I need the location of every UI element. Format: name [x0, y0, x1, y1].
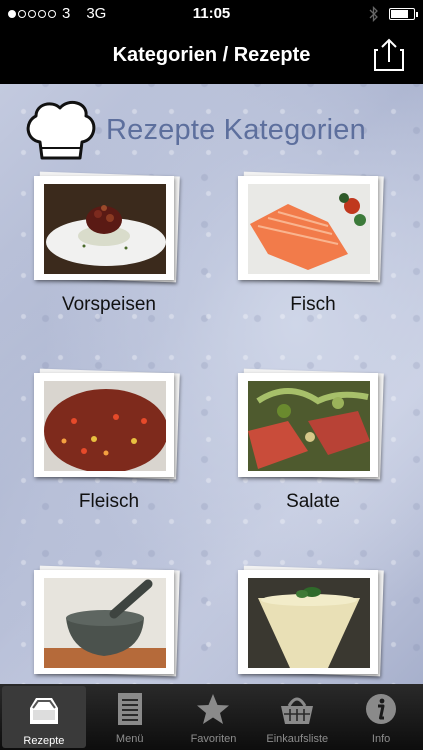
category-label: Vorspeisen — [61, 294, 156, 315]
inbox-tray-icon — [29, 698, 58, 724]
fisch-photo — [248, 184, 370, 274]
page-title: Kategorien / Rezepte — [112, 44, 311, 66]
tab-label: Einkaufsliste — [266, 733, 329, 745]
status-time: 11:05 — [192, 5, 231, 22]
mortar-photo — [44, 578, 166, 668]
star-icon — [197, 694, 230, 724]
chef-hat-icon — [26, 100, 96, 160]
tab-label: Rezepte — [23, 735, 65, 747]
category-tile-fisch[interactable]: Fisch — [238, 171, 388, 315]
basket-icon — [281, 697, 314, 724]
info-icon — [366, 694, 397, 724]
tab-menue[interactable]: Menü — [88, 684, 172, 750]
tab-info[interactable]: Info — [339, 684, 423, 750]
category-label: Fisch — [290, 294, 336, 315]
tab-label: Info — [371, 733, 391, 745]
category-tile-salate[interactable]: Salate — [238, 368, 388, 512]
dessert-photo — [248, 578, 370, 668]
tab-label: Menü — [115, 733, 144, 745]
tab-label: Favoriten — [190, 733, 237, 745]
bluetooth-icon — [369, 6, 378, 22]
status-bar: 3 3G 11:05 — [0, 0, 423, 28]
salate-photo — [248, 381, 370, 471]
tab-einkaufsliste[interactable]: Einkaufsliste — [255, 684, 339, 750]
category-grid: Rezepte Kategorien Vorspeisen Fisch Flei… — [0, 84, 423, 684]
share-icon[interactable] — [373, 38, 405, 72]
category-label: Salate — [286, 491, 340, 512]
tab-bar: Rezepte Menü Favoriten Einkaufsliste Inf… — [0, 684, 423, 750]
tab-favoriten[interactable]: Favoriten — [172, 684, 256, 750]
navigation-bar: Kategorien / Rezepte — [0, 28, 423, 84]
category-tile-vorspeisen[interactable]: Vorspeisen — [34, 171, 184, 315]
category-tile-fleisch[interactable]: Fleisch — [34, 368, 184, 512]
list-icon — [117, 693, 142, 725]
category-label: Fleisch — [78, 491, 140, 512]
fleisch-photo — [44, 381, 166, 471]
category-tile-mortar[interactable] — [34, 565, 184, 678]
tab-rezepte[interactable]: Rezepte — [2, 686, 86, 748]
battery-icon — [389, 8, 418, 20]
section-title: Rezepte Kategorien — [106, 114, 366, 146]
category-tile-dessert[interactable] — [238, 565, 388, 678]
category-header: Rezepte Kategorien — [22, 92, 412, 172]
vorspeisen-photo — [44, 184, 166, 274]
